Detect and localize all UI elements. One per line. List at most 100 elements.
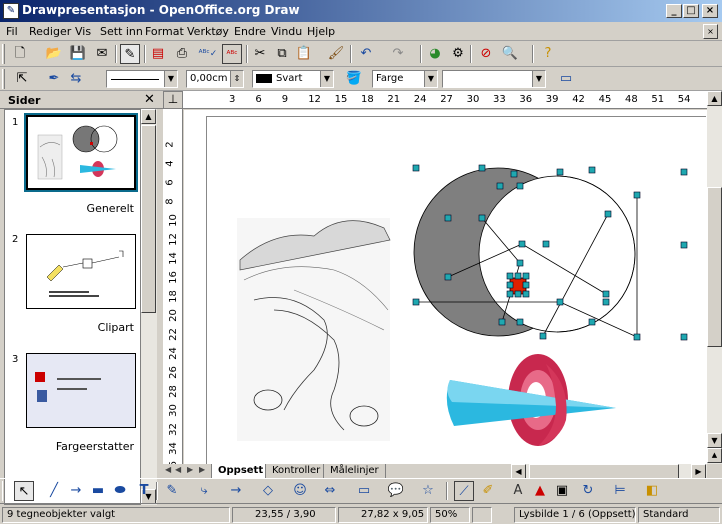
tab-dimension-lines[interactable]: Målelinjer [323,464,386,479]
paste-icon[interactable]: 📋 [294,44,314,64]
selection-handle[interactable] [444,273,452,281]
menu-view[interactable]: Vis [75,25,91,38]
line-style-select[interactable]: ▼ [106,70,178,88]
rotate-icon[interactable]: ↻ [578,481,598,501]
tab-nav-last-icon[interactable]: ▶ [199,465,205,474]
glue-points-icon[interactable]: ✐ [478,481,498,501]
vertical-ruler[interactable]: 24681012141618202224262830323436 [163,109,183,464]
selection-handle[interactable] [412,164,420,172]
rectangle-icon[interactable]: ▬ [88,481,108,501]
selection-handle[interactable] [522,272,530,280]
selection-handle[interactable] [478,214,486,222]
ellipse-icon[interactable]: ⬬ [110,481,130,501]
selection-handle[interactable] [498,318,506,326]
cut-icon[interactable]: ✂ [250,44,270,64]
basic-shapes-icon[interactable]: ◇ [258,481,278,501]
menu-format[interactable]: Format [145,25,184,38]
selection-handle[interactable] [518,240,526,248]
selection-handle[interactable] [522,281,530,289]
new-document-icon[interactable]: 🗋 [10,44,30,64]
slide-thumbnail-3[interactable] [26,353,136,428]
slide-label-1[interactable]: Generelt [87,202,134,215]
selection-handle[interactable] [496,182,504,190]
menu-edit[interactable]: Rediger [29,25,71,38]
selection-handle[interactable] [602,290,610,298]
selection-handle[interactable] [633,191,641,199]
connector-icon[interactable]: ⤷ [194,481,214,501]
line-ends-icon[interactable]: ⇱ [12,69,32,89]
arrow-line-icon[interactable]: → [66,481,86,501]
vertical-scrollbar[interactable]: ▲ ▼ ▲ [707,91,722,464]
selection-handle[interactable] [514,272,522,280]
draw-app-icon[interactable]: ✎ [3,3,19,19]
toolbar-grip[interactable] [2,481,5,501]
selection-handle[interactable] [680,241,688,249]
email-icon[interactable]: ✉ [92,44,112,64]
autospellcheck-icon[interactable]: ᴬᴮᶜ [222,44,242,64]
selection-handle[interactable] [588,318,596,326]
scroll-down-icon[interactable]: ▼ [707,433,722,448]
print-icon[interactable]: ⎙ [172,44,192,64]
drawing-objects[interactable] [184,110,707,464]
drawing-canvas[interactable] [184,110,707,464]
arrow-style-icon[interactable]: ⇆ [66,69,86,89]
scroll-right-icon[interactable]: ▶ [691,464,706,479]
points-icon[interactable]: ⟋ [454,481,474,501]
redo-icon[interactable]: ↷ [388,44,408,64]
scroll-left-icon[interactable]: ◀ [511,464,526,479]
close-icon[interactable]: ✕ [144,92,155,107]
menu-modify[interactable]: Endre [234,25,266,38]
scroll-up-icon[interactable]: ▲ [707,91,722,106]
horizontal-ruler[interactable]: 3 6 9 12 15 18 21 24 27 30 33 36 39 42 45 48 51 54 [183,91,707,109]
slides-list[interactable]: 1 Generelt 2 Clipart 3 Fargeerstatter [4,109,141,505]
maximize-button[interactable]: □ [683,4,699,18]
line-color-select[interactable]: Svart ▼ [252,70,334,88]
scroll-thumb[interactable] [707,187,722,347]
slide-thumbnail-2[interactable] [26,234,136,309]
help-icon[interactable]: ? [538,44,558,64]
navigator-icon[interactable]: ⚙ [448,44,468,64]
slide-label-3[interactable]: Fargeerstatter [56,440,134,453]
selection-handle[interactable] [522,290,530,298]
area-style-select[interactable]: Farge ▼ [372,70,438,88]
fontwork-icon[interactable]: A [508,481,528,501]
open-folder-icon[interactable]: 📂 [44,44,64,64]
selection-handle[interactable] [602,298,610,306]
minimize-button[interactable]: _ [666,4,682,18]
selection-handle[interactable] [539,332,547,340]
callouts-icon[interactable]: 💬 [386,481,406,501]
spellcheck-icon[interactable]: ᴬᴮᶜ✓ [198,44,218,64]
stars-icon[interactable]: ☆ [418,481,438,501]
edit-file-icon[interactable]: ✎ [120,44,140,64]
selection-handle[interactable] [444,214,452,222]
selection-handle[interactable] [506,281,514,289]
copy-icon[interactable]: ⧉ [272,44,292,64]
selection-handle[interactable] [516,182,524,190]
slide-thumbnail-1[interactable] [24,113,138,192]
panel-scrollbar[interactable]: ▲ ▼ [141,109,157,505]
selection-handle[interactable] [556,168,564,176]
symbol-shapes-icon[interactable]: ☺ [290,481,310,501]
toolbar-grip[interactable] [2,69,5,89]
selection-handle[interactable] [506,290,514,298]
gallery-icon[interactable]: ⊘ [476,44,496,64]
chart-icon[interactable]: ◕ [425,44,445,64]
lines-arrows-icon[interactable]: → [226,481,246,501]
menu-tools[interactable]: Verktøy [187,25,229,38]
save-icon[interactable]: 💾 [68,44,88,64]
selection-handle[interactable] [633,333,641,341]
selection-handle[interactable] [478,164,486,172]
selection-handle[interactable] [412,298,420,306]
selection-handle[interactable] [588,166,596,174]
toolbar-grip[interactable] [2,44,5,64]
line-width-input[interactable]: 0,00cm ⇕ [186,70,244,88]
scroll-thumb[interactable] [141,125,156,313]
flowchart-icon[interactable]: ▭ [354,481,374,501]
text-tool-icon[interactable]: T [134,481,154,501]
selection-handle[interactable] [516,318,524,326]
selection-handle[interactable] [516,259,524,267]
page-up-icon[interactable]: ▲ [707,448,722,463]
scroll-thumb[interactable] [529,464,679,479]
line-tool-icon[interactable]: ╱ [44,481,64,501]
tab-nav-prev-icon[interactable]: ◀ [175,465,181,474]
